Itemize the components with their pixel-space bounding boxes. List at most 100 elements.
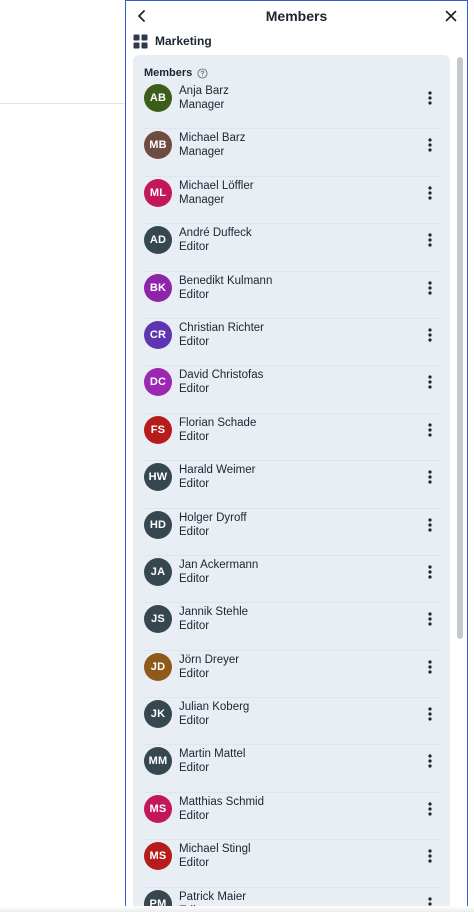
member-row[interactable]: JA Jan Ackermann Editor [143,556,440,604]
help-circle-icon[interactable] [197,67,208,79]
avatar: DC [144,368,172,397]
member-row[interactable]: AD André Duffeck Editor [143,224,440,272]
panel-header: Members [126,1,467,33]
member-name: Michael Löffler [179,179,254,192]
kebab-menu-icon[interactable] [423,517,437,533]
kebab-menu-icon[interactable] [423,185,437,201]
member-role: Editor [179,430,210,443]
avatar: AB [144,84,172,112]
member-name: Jannik Stehle [179,606,249,619]
member-role: Editor [179,809,210,822]
kebab-menu-icon[interactable] [423,611,437,627]
member-row[interactable]: PMPatrick MaierEditor [143,888,440,906]
avatar: MS [144,794,172,823]
member-row[interactable]: HW Harald Weimer Editor [143,461,440,509]
kebab-menu-icon[interactable] [423,137,437,153]
kebab-menu-icon[interactable] [423,280,437,296]
member-name: Harald Weimer [179,464,256,477]
background-divider [0,103,126,104]
member-role: Editor [179,335,210,348]
panel-title: Members [265,8,328,24]
avatar: ML [144,178,172,207]
avatar: JA [144,557,172,586]
members-list-card: Members AB Anja Barz Manager MB Michael Barz… [133,55,450,906]
member-row[interactable]: AB Anja Barz Manager [143,82,440,130]
panel-scrollbar[interactable] [457,57,463,639]
member-row[interactable]: MS Michael Stingl Editor [143,840,440,888]
member-name: Julian Koberg [179,701,250,714]
avatar: JS [144,605,172,634]
member-role: Editor [179,288,210,301]
kebab-menu-icon[interactable] [423,706,437,722]
member-role: Editor [179,620,210,633]
member-name: Michael Barz [179,132,246,145]
avatar: MS [144,842,172,871]
members-section-label: Members [144,67,193,79]
group-name: Marketing [155,34,212,48]
avatar: MB [144,131,172,160]
member-name: Patrick Maier [179,890,247,903]
avatar: JD [144,652,172,681]
member-row[interactable]: JS Jannik Stehle Editor [143,603,440,651]
member-row[interactable]: FS Florian Schade Editor [143,414,440,462]
avatar: JK [144,700,172,729]
kebab-menu-icon[interactable] [423,896,437,906]
member-name: Christian Richter [179,321,264,334]
member-role: Editor [179,667,210,680]
member-row[interactable]: MS Matthias Schmid Editor [143,793,440,841]
member-role: Editor [179,572,210,585]
member-role: Manager [179,146,225,159]
close-icon[interactable] [443,8,459,24]
member-name: Jan Ackermann [179,558,259,571]
avatar: CR [144,320,172,349]
kebab-menu-icon[interactable] [423,801,437,817]
kebab-menu-icon[interactable] [423,753,437,769]
member-row[interactable]: MB Michael Barz Manager [143,129,440,177]
bottom-shadow [0,906,474,912]
kebab-menu-icon[interactable] [423,374,437,390]
member-row[interactable]: CR Christian Richter Editor [143,319,440,367]
kebab-menu-icon[interactable] [423,422,437,438]
member-row[interactable]: BK Benedikt Kulmann Editor [143,272,440,319]
member-role: Editor [179,762,210,775]
member-role: Editor [179,715,210,728]
kebab-menu-icon[interactable] [423,659,437,675]
member-name: Anja Barz [179,85,229,97]
kebab-menu-icon[interactable] [423,848,437,864]
app-page: Members Marketing Members AB Anja Barz M… [0,0,474,912]
kebab-menu-icon[interactable] [423,564,437,580]
members-panel: Members Marketing Members AB Anja Barz M… [125,0,468,906]
avatar: HD [144,510,172,539]
avatar: AD [144,226,172,255]
member-role: Editor [179,478,210,491]
member-name: André Duffeck [179,227,252,240]
member-role: Manager [179,193,225,206]
member-row[interactable]: JK Julian Koberg Editor [143,698,440,746]
member-row[interactable]: MM Martin Mattel Editor [143,745,440,793]
kebab-menu-icon[interactable] [423,232,437,248]
group-heading: Marketing [133,33,212,49]
grid-icon [133,34,148,48]
kebab-menu-icon[interactable] [423,90,437,106]
avatar: PM [144,889,172,906]
members-section-header: Members [144,67,208,79]
member-row[interactable]: JD Jörn Dreyer Editor [143,651,440,699]
member-row[interactable]: HD Holger Dyroff Editor [143,509,440,556]
member-role: Editor [179,383,210,396]
member-name: Benedikt Kulmann [179,274,273,287]
member-row[interactable]: DC David Christofas Editor [143,366,440,414]
member-name: Martin Mattel [179,748,246,761]
avatar: HW [144,463,172,492]
members-list: AB Anja Barz Manager MB Michael Barz Manager M… [133,82,450,906]
avatar: FS [144,415,172,444]
kebab-menu-icon[interactable] [423,469,437,485]
member-role: Editor [179,525,210,538]
member-name: David Christofas [179,369,264,382]
member-name: Michael Stingl [179,843,251,856]
member-role: Manager [179,99,225,111]
member-row[interactable]: ML Michael Löffler Manager [143,177,440,225]
kebab-menu-icon[interactable] [423,327,437,343]
avatar: MM [144,747,172,776]
member-name: Matthias Schmid [179,795,265,808]
member-name: Florian Schade [179,416,257,429]
